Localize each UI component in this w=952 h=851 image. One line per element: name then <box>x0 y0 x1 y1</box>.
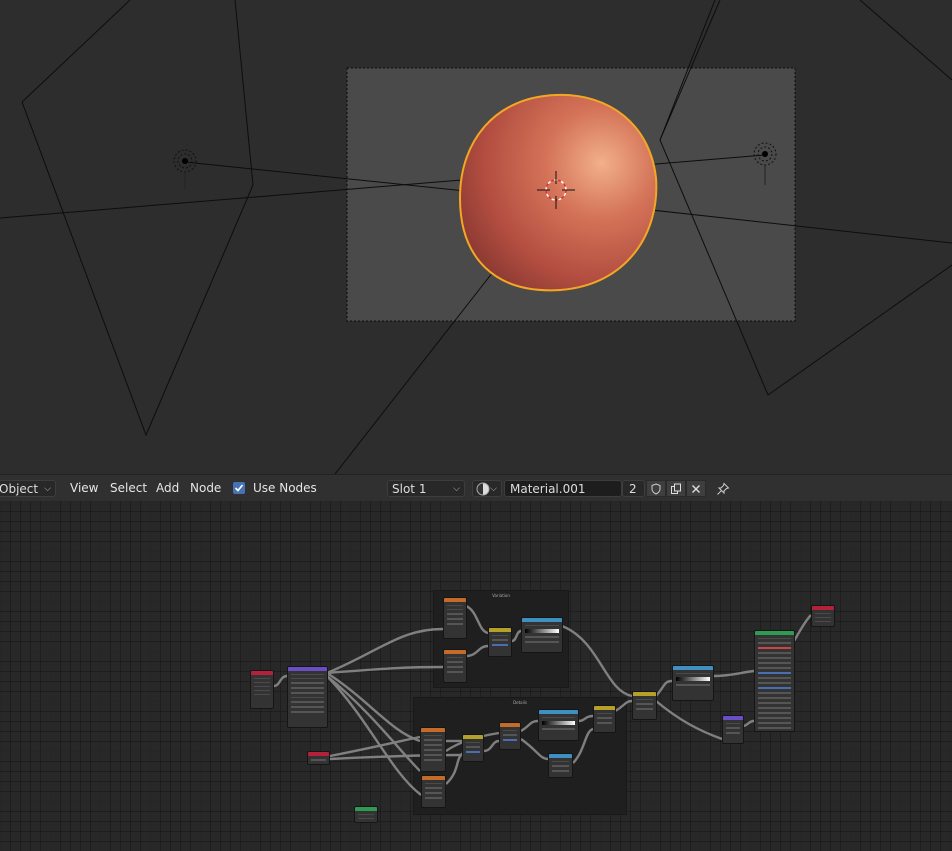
node-mix-rgb-5[interactable] <box>632 691 657 720</box>
use-nodes-label: Use Nodes <box>253 481 317 495</box>
node-noise-texture-2[interactable] <box>443 649 467 683</box>
mode-dropdown[interactable]: Object ⌵ <box>0 480 56 497</box>
user-count[interactable]: 2 <box>622 480 645 497</box>
node-editor-canvas[interactable]: Variation Details <box>0 501 952 851</box>
material-name-field[interactable]: Material.001 <box>504 480 622 497</box>
menu-select[interactable]: Select <box>110 480 147 497</box>
node-voronoi-texture[interactable] <box>421 775 446 808</box>
node-uv-map[interactable] <box>354 806 378 823</box>
pin-icon <box>717 482 730 495</box>
node-mix-rgb-1[interactable] <box>488 627 512 657</box>
mode-label: Object <box>0 482 39 496</box>
node-links <box>273 604 812 796</box>
node-mix-rgb-3[interactable] <box>499 722 521 750</box>
chevron-down-icon: ⌵ <box>453 484 460 494</box>
fake-user-button[interactable] <box>646 480 666 497</box>
node-musgrave-texture[interactable] <box>420 727 446 772</box>
sphere-preview-icon <box>476 482 490 496</box>
node-noise-texture-1[interactable] <box>443 597 467 639</box>
viewport-scene <box>0 0 952 474</box>
material-browse-dropdown[interactable]: ⌵ <box>472 480 502 497</box>
slot-label: Slot 1 <box>392 482 427 496</box>
node-normal-map[interactable] <box>722 715 744 744</box>
3d-viewport[interactable] <box>0 0 952 474</box>
chevron-down-icon: ⌵ <box>44 484 51 494</box>
node-bump[interactable] <box>548 753 573 778</box>
node-value[interactable] <box>307 751 330 765</box>
duplicate-icon <box>671 483 681 494</box>
checkmark-icon <box>234 484 244 492</box>
pin-button[interactable] <box>713 480 733 497</box>
menu-add[interactable]: Add <box>156 480 179 497</box>
node-editor-header: Object ⌵ View Select Add Node Use Nodes … <box>0 474 952 501</box>
node-color-ramp-2[interactable] <box>538 709 579 741</box>
node-mapping[interactable] <box>287 666 328 728</box>
use-nodes-checkbox[interactable] <box>233 482 245 494</box>
chevron-down-icon: ⌵ <box>490 484 497 494</box>
node-texture-coordinate[interactable] <box>250 670 274 709</box>
selected-object <box>458 93 658 292</box>
node-material-output[interactable] <box>811 605 835 627</box>
node-color-ramp-3[interactable] <box>672 665 714 701</box>
node-color-ramp-1[interactable] <box>521 617 563 653</box>
slot-dropdown[interactable]: Slot 1 ⌵ <box>387 480 465 497</box>
menu-view[interactable]: View <box>70 480 98 497</box>
node-mix-rgb-4[interactable] <box>593 705 616 733</box>
node-mix-rgb-2[interactable] <box>462 734 484 762</box>
menu-node[interactable]: Node <box>190 480 221 497</box>
node-principled-bsdf[interactable] <box>754 630 795 732</box>
duplicate-material-button[interactable] <box>666 480 686 497</box>
fake-user-shield-icon <box>651 482 661 495</box>
unlink-material-button[interactable] <box>686 480 706 497</box>
close-icon <box>692 484 700 493</box>
